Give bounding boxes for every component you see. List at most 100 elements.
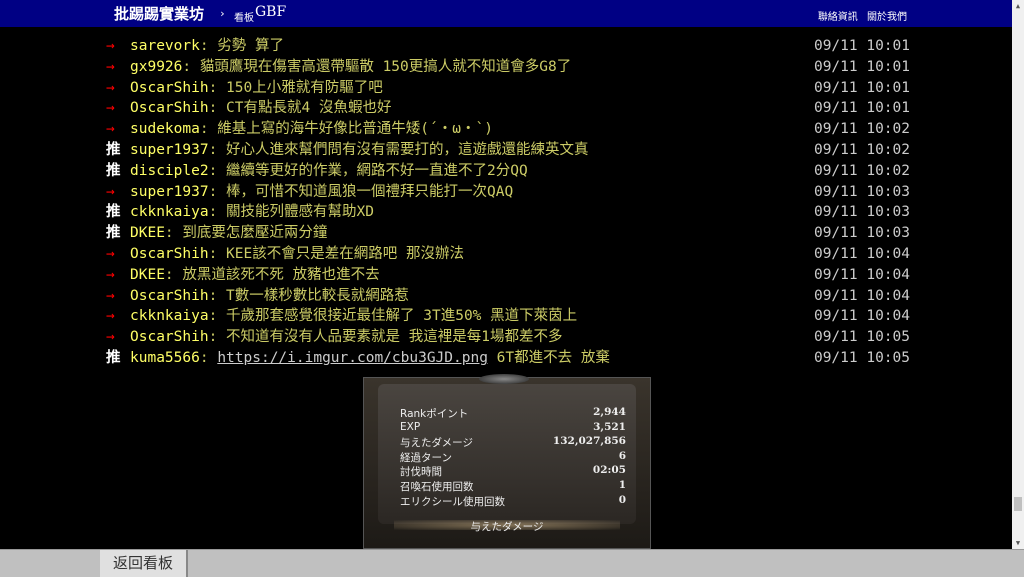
push-timestamp: 09/11 10:03 bbox=[813, 225, 910, 242]
result-label: エリクシール使用回数 bbox=[400, 495, 505, 508]
push-timestamp: 09/11 10:05 bbox=[813, 349, 910, 366]
push-content: : 千歲那套感覺很接近最佳解了 3T進50% 黑道下萊茵上 bbox=[209, 308, 578, 324]
push-content: : 維基上寫的海牛好像比普通牛矮(´・ω・`) bbox=[200, 121, 493, 137]
push-arrow-tag: → bbox=[106, 38, 115, 54]
push-timestamp: 09/11 10:04 bbox=[813, 245, 910, 262]
push-row: → OscarShih: T數一樣秒數比較長就網路惹 09/11 10:04 bbox=[106, 286, 910, 307]
push-timestamp: 09/11 10:05 bbox=[813, 329, 910, 346]
result-label: EXP bbox=[400, 420, 421, 433]
result-value: 02:05 bbox=[592, 464, 626, 477]
push-tag: 推 bbox=[106, 349, 121, 366]
push-row: → DKEE: 放黑道該死不死 放豬也進不去 09/11 10:04 bbox=[106, 265, 910, 286]
result-row: 経過ターン 6 bbox=[400, 450, 626, 465]
push-userid: sudekoma bbox=[130, 121, 200, 138]
site-logo[interactable]: 批踢踢實業坊 bbox=[114, 3, 204, 24]
push-content-text: : 好心人進來幫們問有沒有需要打的，這遊戲還能練英文真 bbox=[208, 141, 589, 158]
push-row: 推 super1937: 好心人進來幫們問有沒有需要打的，這遊戲還能練英文真 09/… bbox=[106, 140, 910, 161]
push-timestamp: 09/11 10:03 bbox=[813, 204, 910, 221]
push-userid: disciple2 bbox=[130, 162, 209, 179]
push-content-text: : 關技能列體感有幫助XD bbox=[208, 204, 374, 221]
result-value: 6 bbox=[618, 449, 626, 462]
push-content-text: : 到底要怎麼壓近兩分鐘 bbox=[164, 225, 328, 242]
result-row: エリクシール使用回数 0 bbox=[400, 494, 626, 509]
push-content-text: : 維基上寫的海牛好像比普通牛矮(´・ω・`) bbox=[199, 121, 493, 138]
result-row: 与えたダメージ 132,027,856 bbox=[400, 435, 626, 450]
scrollbar-thumb[interactable] bbox=[1014, 497, 1022, 511]
push-arrow-tag: → bbox=[106, 266, 115, 283]
push-userid: DKEE bbox=[130, 225, 165, 242]
push-arrow-tag: → bbox=[106, 245, 115, 262]
push-content-text: : 150上小雅就有防驅了吧 bbox=[208, 79, 383, 96]
push-tag: 推 bbox=[106, 162, 121, 179]
embedded-image-result-screen[interactable]: Rankポイント 2,944 EXP 3,521 与えたダメージ 132,027,856 経… bbox=[363, 374, 651, 549]
result-row: 討伐時間 02:05 bbox=[400, 464, 626, 479]
push-content-text: : 繼續等更好的作業，網路不好一直進不了2分QQ bbox=[208, 162, 528, 179]
push-row: 推 kuma5566: https://i.imgur.com/cbu3GJD.p… bbox=[106, 348, 910, 369]
push-userid: sarevork bbox=[130, 38, 200, 54]
result-label: Rankポイント bbox=[400, 408, 469, 420]
push-tag: 推 bbox=[106, 204, 121, 221]
push-row: → gx9926: 貓頭鷹現在傷害高還帶驅散 150更搞人就不知道會多G8了 09/… bbox=[106, 57, 910, 78]
push-content-text: : 不知道有沒有人品要素就是 我這裡是每1場都差不多 bbox=[208, 329, 563, 346]
push-arrow-tag: → bbox=[106, 58, 115, 75]
push-tag: 推 bbox=[106, 225, 121, 242]
push-content-text: : 放黑道該死不死 放豬也進不去 bbox=[164, 266, 380, 283]
push-timestamp: 09/11 10:02 bbox=[813, 162, 910, 179]
push-content: : https://i.imgur.com/cbu3GJD.png 6T都進不去… bbox=[200, 350, 610, 366]
push-content: : 好心人進來幫們問有沒有需要打的，這遊戲還能練英文真 bbox=[209, 142, 589, 158]
push-content-text: : 千歲那套感覺很接近最佳解了 3T進50% 黑道下萊茵上 bbox=[208, 308, 578, 325]
board-name-link[interactable]: GBF bbox=[255, 4, 286, 20]
push-content: : 貓頭鷹現在傷害高還帶驅散 150更搞人就不知道會多G8了 bbox=[182, 59, 571, 75]
push-content-text: : bbox=[199, 349, 218, 366]
push-tag: 推 bbox=[106, 141, 121, 158]
push-content: : T數一樣秒數比較長就網路惹 bbox=[209, 288, 409, 304]
push-timestamp: 09/11 10:01 bbox=[813, 79, 910, 96]
push-row: → sudekoma: 維基上寫的海牛好像比普通牛矮(´・ω・`) 09/11 10… bbox=[106, 119, 910, 140]
back-to-board-button[interactable]: 返回看板 bbox=[100, 550, 188, 577]
push-content: : 放黑道該死不死 放豬也進不去 bbox=[165, 267, 380, 283]
push-content: : 繼續等更好的作業，網路不好一直進不了2分QQ bbox=[209, 163, 528, 179]
scroll-down-arrow-icon[interactable]: ▼ bbox=[1014, 539, 1022, 547]
push-arrow-tag: → bbox=[106, 100, 115, 117]
result-row: 召喚石使用回数 1 bbox=[400, 479, 626, 494]
result-value: 132,027,856 bbox=[552, 435, 626, 448]
push-content-text: : T數一樣秒數比較長就網路惹 bbox=[208, 287, 409, 304]
push-content: : 棒，可惜不知道風狼一個禮拜只能打一次QAQ bbox=[209, 184, 514, 200]
board-label: 看板 bbox=[234, 13, 254, 24]
push-row: 推 ckknkaiya: 關技能列體感有幫助XD 09/11 10:03 bbox=[106, 202, 910, 223]
push-userid: kuma5566 bbox=[130, 349, 200, 366]
push-timestamp: 09/11 10:02 bbox=[813, 141, 910, 158]
top-links: 聯絡資訊 關於我們 bbox=[812, 8, 907, 23]
vertical-scrollbar[interactable]: ▲ ▼ bbox=[1012, 0, 1024, 549]
result-value: 0 bbox=[618, 493, 626, 506]
push-row: → ckknkaiya: 千歲那套感覺很接近最佳解了 3T進50% 黑道下萊茵上 0… bbox=[106, 306, 910, 327]
push-row: → OscarShih: CT有點長就4 沒魚蝦也好 09/11 10:01 bbox=[106, 98, 910, 119]
push-image-link[interactable]: https://i.imgur.com/cbu3GJD.png bbox=[217, 350, 488, 366]
contact-link[interactable]: 聯絡資訊 bbox=[818, 12, 858, 23]
push-userid: ckknkaiya bbox=[130, 308, 209, 325]
push-row: 推 disciple2: 繼續等更好的作業，網路不好一直進不了2分QQ 09/11 … bbox=[106, 161, 910, 182]
result-label: 討伐時間 bbox=[400, 466, 442, 479]
push-content-text: : 劣勢 算了 bbox=[199, 38, 285, 54]
push-row: 推 DKEE: 到底要怎麼壓近兩分鐘 09/11 10:03 bbox=[106, 223, 910, 244]
push-userid: OscarShih bbox=[130, 100, 209, 117]
result-row: Rankポイント 2,944 bbox=[400, 406, 626, 421]
push-row: → super1937: 棒，可惜不知道風狼一個禮拜只能打一次QAQ 09/11 1… bbox=[106, 182, 910, 203]
push-row: → OscarShih: 不知道有沒有人品要素就是 我這裡是每1場都差不多 09/1… bbox=[106, 327, 910, 348]
about-link[interactable]: 關於我們 bbox=[867, 12, 907, 23]
scroll-up-arrow-icon[interactable]: ▲ bbox=[1014, 2, 1022, 10]
push-content: : 到底要怎麼壓近兩分鐘 bbox=[165, 225, 327, 241]
push-content: : KEE該不會只是差在網路吧 那沒辦法 bbox=[209, 246, 464, 262]
push-row: → OscarShih: KEE該不會只是差在網路吧 那沒辦法 09/11 10:0… bbox=[106, 244, 910, 265]
result-label: 経過ターン bbox=[400, 451, 452, 464]
result-value: 3,521 bbox=[593, 420, 626, 433]
push-userid: OscarShih bbox=[130, 329, 209, 346]
push-userid: super1937 bbox=[130, 183, 209, 200]
result-value: 1 bbox=[618, 479, 626, 491]
push-userid: DKEE bbox=[130, 266, 165, 283]
breadcrumb-separator: › bbox=[219, 7, 226, 20]
result-label: 与えたダメージ bbox=[400, 437, 473, 450]
push-userid: super1937 bbox=[130, 141, 209, 158]
push-arrow-tag: → bbox=[106, 308, 115, 325]
result-footer-label: 与えたダメージ bbox=[470, 521, 544, 533]
